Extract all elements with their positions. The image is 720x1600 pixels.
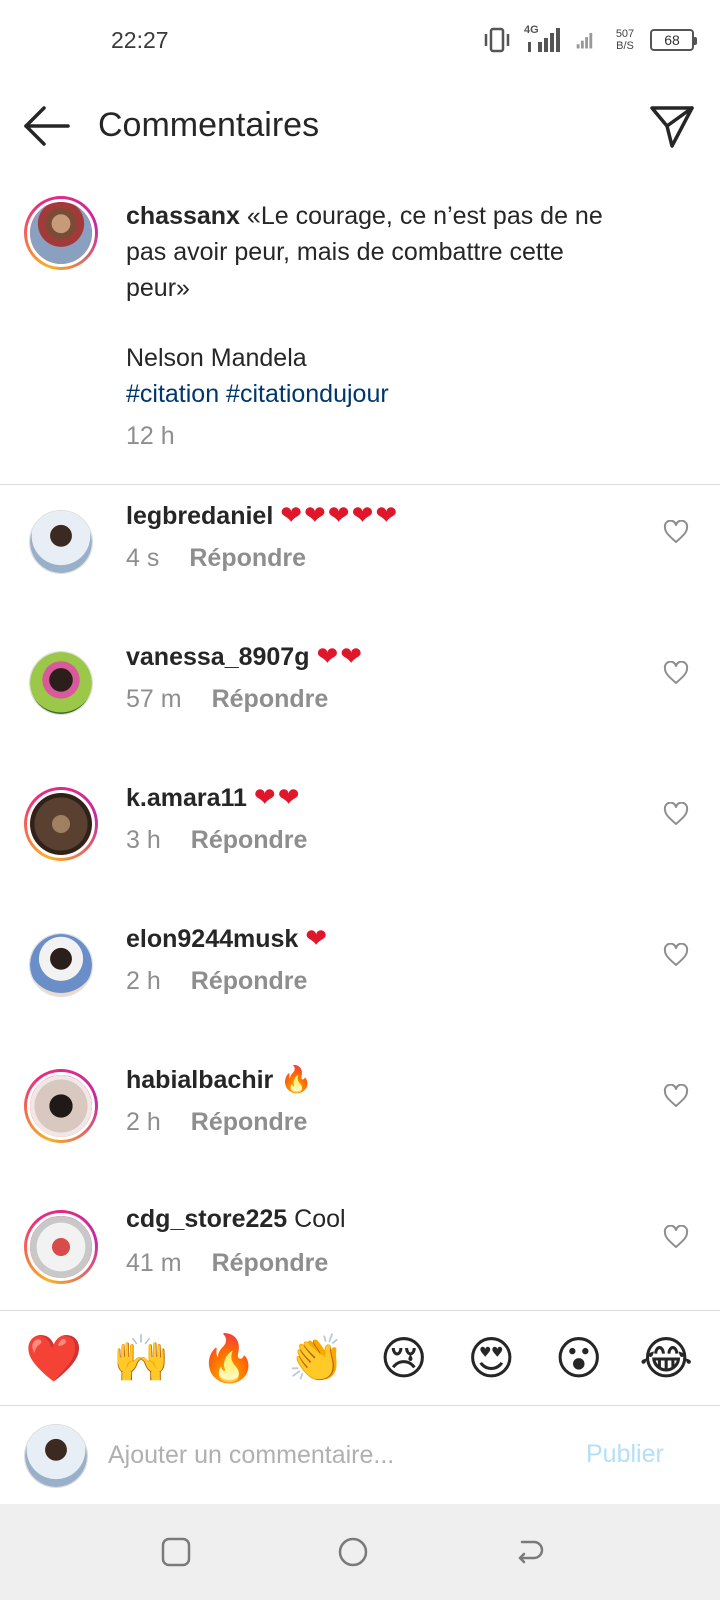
- comment-username[interactable]: legbredaniel: [126, 502, 273, 530]
- caption-hashtags[interactable]: #citation #citationdujour: [126, 376, 626, 412]
- page-title: Commentaires: [98, 106, 320, 144]
- comment-avatar[interactable]: [24, 1069, 98, 1143]
- surprised-face-emoji[interactable]: 😮: [547, 1326, 611, 1390]
- reply-button[interactable]: Répondre: [189, 544, 306, 572]
- speed-unit: B/S: [616, 40, 634, 52]
- like-heart-icon[interactable]: [663, 1225, 689, 1249]
- battery-level: 68: [664, 32, 680, 48]
- caption-username[interactable]: chassanx: [126, 202, 240, 230]
- system-nav-bar: [0, 1504, 720, 1600]
- back-arrow-icon[interactable]: [22, 104, 72, 148]
- like-heart-icon[interactable]: [663, 1084, 689, 1108]
- publish-button[interactable]: Publier: [586, 1440, 664, 1469]
- comment-time: 2 h: [126, 967, 161, 995]
- comment-row: legbredaniel ❤❤❤❤❤ 4 s Répondre: [0, 500, 720, 640]
- status-bar: 22:27 4G 507 B/S 68: [0, 0, 720, 80]
- recent-apps-icon[interactable]: [158, 1534, 194, 1570]
- my-avatar: [24, 1424, 88, 1488]
- signal-icon: [576, 32, 593, 49]
- caption-avatar[interactable]: [24, 196, 98, 270]
- comment-text: ❤❤: [316, 641, 365, 671]
- caption-text: chassanx «Le courage, ce n’est pas de ne…: [126, 198, 626, 454]
- reply-button[interactable]: Répondre: [191, 1108, 308, 1136]
- status-time: 22:27: [111, 27, 169, 53]
- status-icons: 4G 507 B/S 68: [482, 24, 697, 56]
- comment-row: k.amara11 ❤❤ 3 h Répondre: [0, 782, 720, 922]
- reply-button[interactable]: Répondre: [191, 967, 308, 995]
- comment-time: 57 m: [126, 685, 182, 713]
- reply-button[interactable]: Répondre: [212, 1249, 329, 1277]
- comment-text: Cool: [294, 1205, 346, 1233]
- comment-avatar[interactable]: [29, 651, 93, 715]
- tears-of-joy-emoji[interactable]: 😂: [634, 1326, 698, 1390]
- comment-row: habialbachir 🔥 2 h Répondre: [0, 1064, 720, 1204]
- comment-username[interactable]: k.amara11: [126, 784, 247, 812]
- reply-button[interactable]: Répondre: [212, 685, 329, 713]
- caption-time: 12 h: [126, 422, 175, 450]
- comment-username[interactable]: habialbachir: [126, 1066, 273, 1094]
- raising-hands-emoji[interactable]: 🙌: [109, 1326, 173, 1390]
- comment-text: ❤❤: [253, 782, 302, 812]
- reply-button[interactable]: Répondre: [191, 826, 308, 854]
- comment-avatar[interactable]: [24, 787, 98, 861]
- crying-face-emoji[interactable]: 😢: [372, 1326, 436, 1390]
- comment-meta: 4 s Répondre: [126, 544, 306, 573]
- speed-value: 507: [615, 28, 635, 40]
- home-icon[interactable]: [335, 1534, 371, 1570]
- back-nav-icon[interactable]: [512, 1534, 548, 1570]
- clapping-hands-emoji[interactable]: 👏: [284, 1326, 348, 1390]
- comment-row: vanessa_8907g ❤❤ 57 m Répondre: [0, 641, 720, 781]
- like-heart-icon[interactable]: [663, 520, 689, 544]
- comment-meta: 41 m Répondre: [126, 1249, 328, 1278]
- comment-row: elon9244musk ❤ 2 h Répondre: [0, 923, 720, 1063]
- comment-username[interactable]: elon9244musk: [126, 925, 298, 953]
- comment-meta: 57 m Répondre: [126, 685, 328, 714]
- comment-text: 🔥: [280, 1064, 315, 1094]
- comment-time: 3 h: [126, 826, 161, 854]
- caption-author: Nelson Mandela: [126, 344, 307, 372]
- heart-eyes-emoji[interactable]: 😍: [459, 1326, 523, 1390]
- comment-avatar[interactable]: [29, 510, 93, 574]
- comment-username[interactable]: vanessa_8907g: [126, 643, 309, 671]
- comment-avatar[interactable]: [24, 1210, 98, 1284]
- comment-avatar[interactable]: [29, 933, 93, 997]
- post-caption: chassanx «Le courage, ce n’est pas de ne…: [0, 190, 720, 485]
- caption-body: chassanx «Le courage, ce n’est pas de ne…: [126, 198, 626, 306]
- red-heart-emoji[interactable]: ❤️: [22, 1326, 86, 1390]
- comment-text: ❤: [305, 923, 330, 953]
- signal-4g-icon: 4G: [524, 24, 564, 54]
- comment-username[interactable]: cdg_store225: [126, 1205, 287, 1233]
- comment-input-row: Publier: [0, 1406, 720, 1504]
- comment-text-line: k.amara11 ❤❤: [126, 782, 301, 813]
- vibrate-icon: [484, 27, 510, 53]
- comment-time: 2 h: [126, 1108, 161, 1136]
- comment-meta: 2 h Répondre: [126, 1108, 307, 1137]
- comment-text-line: cdg_store225 Cool: [126, 1205, 346, 1234]
- comment-time: 4 s: [126, 544, 160, 572]
- divider: [0, 484, 720, 485]
- like-heart-icon[interactable]: [663, 943, 689, 967]
- comment-time: 41 m: [126, 1249, 182, 1277]
- comment-text-line: elon9244musk ❤: [126, 923, 329, 954]
- comment-meta: 2 h Répondre: [126, 967, 307, 996]
- battery-icon: 68: [650, 29, 697, 51]
- fire-emoji[interactable]: 🔥: [197, 1326, 261, 1390]
- comment-text-line: habialbachir 🔥: [126, 1064, 315, 1095]
- comment-text-line: legbredaniel ❤❤❤❤❤: [126, 500, 399, 531]
- comment-meta: 3 h Répondre: [126, 826, 307, 855]
- comment-text: ❤❤❤❤❤: [280, 500, 400, 530]
- header: Commentaires: [0, 90, 720, 162]
- send-icon[interactable]: [648, 102, 696, 150]
- like-heart-icon[interactable]: [663, 661, 689, 685]
- network-speed: 507 B/S: [612, 28, 638, 52]
- emoji-reaction-bar: ❤️ 🙌 🔥 👏 😢 😍 😮 😂: [0, 1310, 720, 1406]
- like-heart-icon[interactable]: [663, 802, 689, 826]
- comment-text-line: vanessa_8907g ❤❤: [126, 641, 364, 672]
- comment-input[interactable]: [108, 1430, 548, 1480]
